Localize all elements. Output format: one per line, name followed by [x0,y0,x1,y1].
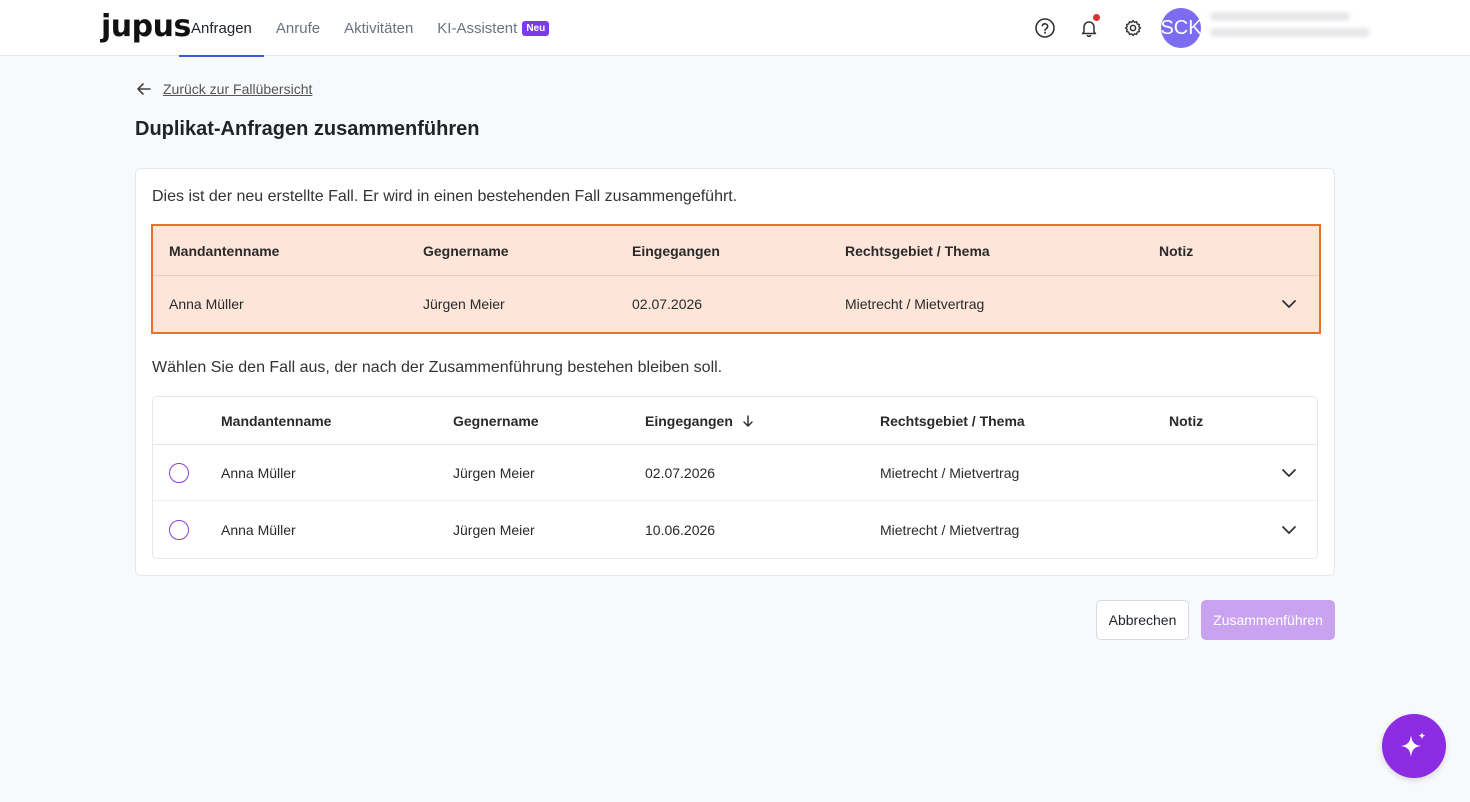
legal-area: Mietrecht / Mietvertrag [880,464,1020,481]
column-header-label: Eingegangen [645,412,733,429]
merge-card: Dies ist der neu erstellte Fall. Er wird… [135,168,1335,576]
received-date: 02.07.2026 [645,464,716,481]
table-header: Mandantenname Gegnername Eingegangen Rec… [153,226,1319,276]
app-logo[interactable]: jupus [101,10,191,44]
nav-item-anfragen[interactable]: Anfragen [179,0,264,57]
table-row[interactable]: Anna Müller Jürgen Meier 10.06.2026 Miet… [153,502,1317,558]
select-radio[interactable] [169,520,189,540]
new-case-description: Dies ist der neu erstellte Fall. Er wird… [152,188,738,205]
column-header: Gegnername [423,242,509,259]
client-name: Anna Müller [221,464,296,481]
column-header: Eingegangen [632,242,720,259]
arrow-down-icon [743,414,753,427]
chevron-down-icon[interactable] [1279,294,1299,314]
top-bar: jupus Anfragen Anrufe Aktivitäten KI-Ass… [0,0,1470,57]
new-badge: Neu [522,20,550,36]
ai-assistant-button[interactable] [1382,714,1446,778]
nav-item-label: KI-Assistent [437,19,518,37]
main-nav: Anfragen Anrufe Aktivitäten KI-Assistent… [179,0,561,57]
gear-icon [1124,19,1142,37]
opponent-name: Jürgen Meier [453,522,535,538]
notification-dot [1093,14,1100,21]
nav-item-ki-assistent[interactable]: KI-Assistent Neu [425,0,561,56]
legal-area: Mietrecht / Mietvertrag [845,296,985,312]
merge-button[interactable]: Zusammenführen [1201,600,1335,640]
opponent-name: Jürgen Meier [453,464,535,481]
select-radio[interactable] [169,462,189,483]
back-link[interactable]: Zurück zur Fallübersicht [135,80,312,98]
received-date: 10.06.2026 [645,522,716,538]
help-icon [1035,18,1055,38]
select-description: Wählen Sie den Fall aus, der nach der Zu… [152,359,723,376]
nav-item-anrufe[interactable]: Anrufe [264,0,332,56]
select-case-table: Mandantenname Gegnername Eingegangen Rec… [152,396,1318,559]
column-header: Notiz [1169,412,1204,429]
client-name: Anna Müller [169,296,244,312]
arrow-left-icon [137,83,151,95]
client-name: Anna Müller [221,522,296,538]
received-date: 02.07.2026 [632,296,703,312]
table-row: Anna Müller Jürgen Meier 02.07.2026 Miet… [153,276,1319,332]
column-header: Gegnername [453,412,539,429]
nav-item-label: Anrufe [275,19,321,37]
chevron-down-icon[interactable] [1279,463,1299,483]
opponent-name: Jürgen Meier [423,296,505,312]
cancel-button[interactable]: Abbrechen [1096,600,1189,640]
column-header: Mandantenname [169,242,280,259]
chevron-down-icon[interactable] [1279,520,1299,540]
table-header: Mandantenname Gegnername Eingegangen Rec… [153,397,1317,445]
column-header: Rechtsgebiet / Thema [880,412,1025,429]
nav-item-aktivitaeten[interactable]: Aktivitäten [332,0,425,56]
column-header: Mandantenname [221,412,332,429]
column-header: Rechtsgebiet / Thema [845,242,990,259]
user-info-redacted [1210,12,1370,44]
table-row[interactable]: Anna Müller Jürgen Meier 02.07.2026 Miet… [153,445,1317,501]
legal-area: Mietrecht / Mietvertrag [880,522,1020,538]
column-header: Notiz [1159,242,1194,259]
settings-button[interactable] [1119,14,1147,42]
sparkle-icon [1401,732,1426,757]
help-button[interactable] [1031,14,1059,42]
new-case-table: Mandantenname Gegnername Eingegangen Rec… [151,224,1321,334]
page-title: Duplikat-Anfragen zusammenführen [135,118,480,140]
sort-column-header[interactable]: Eingegangen [645,413,755,429]
nav-item-label: Anfragen [191,19,252,37]
nav-item-label: Aktivitäten [344,19,414,37]
avatar[interactable]: SCK [1160,8,1202,48]
back-link-label: Zurück zur Fallübersicht [163,81,313,97]
bell-icon [1081,21,1097,37]
notifications-button[interactable] [1075,14,1103,42]
